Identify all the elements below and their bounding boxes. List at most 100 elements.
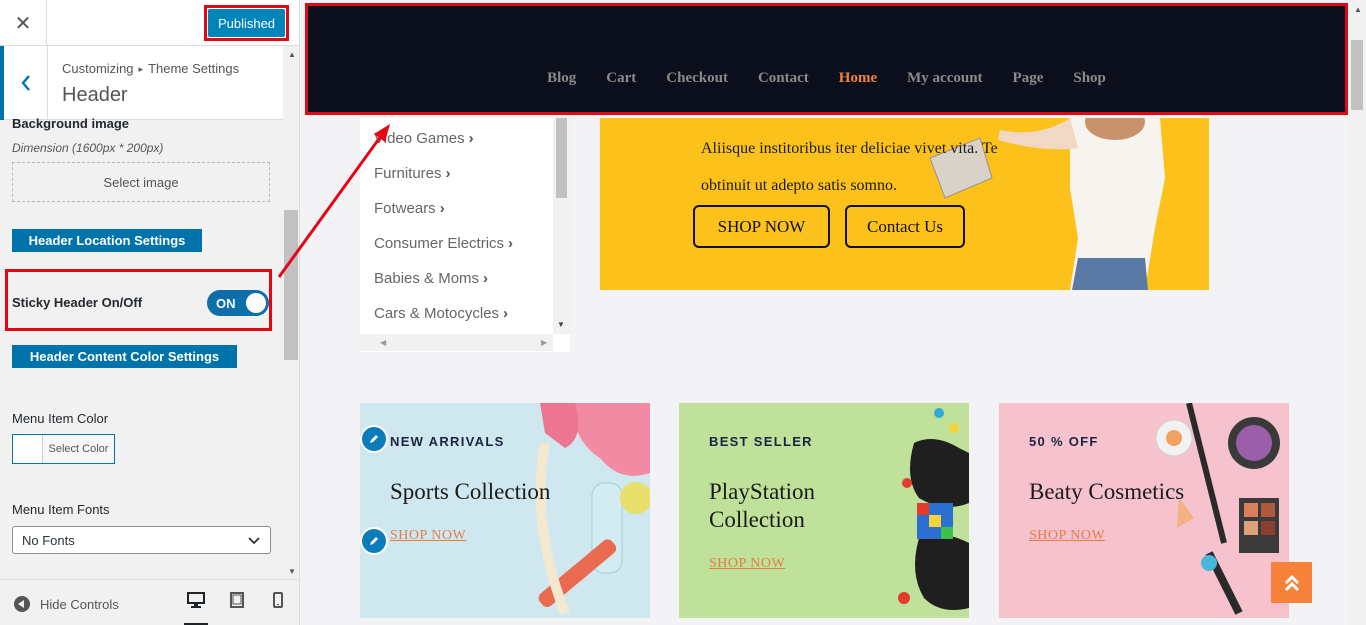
category-label: Video Games — [374, 130, 465, 147]
page-title: Header — [62, 84, 128, 106]
chevron-right-icon: › — [483, 270, 489, 287]
nav-item-home[interactable]: Home — [839, 70, 877, 87]
publish-button[interactable]: Published — [208, 9, 285, 37]
select-color-label: Select Color — [48, 443, 109, 455]
preview-scrollbar-thumb[interactable] — [1351, 40, 1363, 110]
header-location-settings-button[interactable]: Header Location Settings — [12, 229, 202, 252]
card-tag: BEST SELLER — [709, 434, 813, 449]
card-title: Sports Collection — [390, 479, 551, 504]
scroll-to-top-button[interactable] — [1271, 562, 1312, 603]
card-shop-now-link[interactable]: SHOP NOW — [390, 528, 466, 544]
card-shop-now-link[interactable]: SHOP NOW — [1029, 528, 1105, 544]
desktop-icon — [187, 592, 205, 608]
nav-item-shop[interactable]: Shop — [1073, 70, 1106, 87]
wp-customizer: ✕ Published Customizing ▸ Theme Settings H… — [0, 0, 1366, 625]
chevron-right-icon: › — [445, 165, 451, 182]
nav-item-my-account[interactable]: My account — [907, 70, 982, 87]
sticky-header-toggle[interactable]: ON — [207, 290, 269, 316]
category-scrollbar-thumb[interactable] — [556, 118, 567, 198]
desktop-preview-button[interactable] — [184, 592, 208, 625]
nav-item-cart[interactable]: Cart — [606, 70, 636, 87]
hide-controls-label: Hide Controls — [40, 596, 119, 612]
double-chevron-up-icon — [1284, 574, 1299, 591]
close-icon: ✕ — [14, 12, 32, 35]
chevron-right-icon: › — [503, 305, 509, 322]
category-label: Cars & Motocycles — [374, 305, 500, 322]
back-button[interactable] — [0, 46, 48, 120]
customizer-header: ✕ Published — [0, 0, 299, 46]
dimension-note: Dimension (1600px * 200px) — [12, 141, 164, 155]
card-tag: 50 % OFF — [1029, 434, 1099, 449]
card-title: PlayStation Collection — [709, 479, 816, 532]
background-image-label: Background image — [12, 116, 130, 131]
select-image-button[interactable]: Select image — [12, 162, 270, 202]
promo-card-cosmetics[interactable]: 50 % OFF Beaty Cosmetics SHOP NOW — [999, 403, 1289, 618]
category-label: Fotwears — [374, 200, 436, 217]
promo-card-playstation[interactable]: BEST SELLER PlayStation Collection SHOP … — [679, 403, 969, 618]
card-tag: NEW ARRIVALS — [390, 434, 505, 449]
sidebar-scrollbar-thumb[interactable] — [284, 210, 298, 360]
toggle-state-text: ON — [216, 296, 236, 311]
nav-item-page[interactable]: Page — [1013, 70, 1044, 87]
chevron-down-icon — [248, 537, 260, 545]
category-item[interactable]: Video Games › — [374, 130, 474, 147]
site-preview: Blog Cart Checkout Contact Home My accou… — [300, 0, 1366, 625]
category-label: Babies & Moms — [374, 270, 480, 287]
category-item[interactable]: Consumer Electrics › — [374, 235, 513, 252]
category-item[interactable]: Cars & Motocycles › — [374, 305, 508, 322]
chevron-right-icon: › — [468, 130, 474, 147]
scroll-up-arrow-icon[interactable]: ▲ — [1354, 5, 1362, 14]
card-shop-now-link[interactable]: SHOP NOW — [709, 556, 785, 572]
category-horizontal-scrollbar[interactable] — [360, 334, 553, 351]
color-swatch — [13, 435, 43, 463]
scroll-down-arrow-icon[interactable]: ▼ — [557, 320, 565, 329]
menu-item-color-label: Menu Item Color — [12, 411, 109, 426]
scroll-down-arrow-icon[interactable]: ▼ — [288, 567, 296, 576]
breadcrumb-section: Theme Settings — [148, 61, 240, 76]
hide-controls-button[interactable]: Hide Controls — [14, 596, 119, 612]
close-customizer-button[interactable]: ✕ — [0, 0, 47, 46]
sticky-header-label: Sticky Header On/Off — [12, 295, 143, 310]
collapse-arrow-icon — [14, 596, 30, 612]
scroll-right-arrow-icon[interactable]: ▶ — [541, 338, 547, 347]
promo-card-sports[interactable]: NEW ARRIVALS Sports Collection SHOP NOW — [360, 403, 650, 618]
toggle-knob — [246, 293, 266, 313]
menu-item-color-picker[interactable]: Select Color — [12, 434, 115, 464]
nav-item-checkout[interactable]: Checkout — [666, 70, 728, 87]
mobile-preview-button[interactable] — [266, 592, 290, 625]
menu-item-fonts-label: Menu Item Fonts — [12, 502, 110, 517]
header-content-color-settings-button[interactable]: Header Content Color Settings — [12, 345, 237, 368]
pencil-icon — [370, 537, 378, 545]
pencil-icon — [370, 435, 378, 443]
section-heading: Customizing ▸ Theme Settings Header — [0, 46, 283, 120]
scroll-left-arrow-icon[interactable]: ◀ — [380, 338, 386, 347]
breadcrumb-root: Customizing — [62, 61, 134, 76]
edit-shortcut-button[interactable] — [360, 425, 388, 453]
hero-shop-now-button[interactable]: SHOP NOW — [693, 205, 830, 248]
category-list: Video Games › Furnitures › Fotwears › Consu… — [360, 118, 570, 352]
scroll-up-arrow-icon[interactable]: ▲ — [288, 50, 296, 59]
hero-contact-button[interactable]: Contact Us — [845, 205, 965, 248]
category-label: Consumer Electrics — [374, 235, 505, 252]
customizer-sidebar: ✕ Published Customizing ▸ Theme Settings H… — [0, 0, 300, 625]
chevron-left-icon — [20, 75, 30, 91]
edit-shortcut-button[interactable] — [360, 527, 388, 555]
category-item[interactable]: Babies & Moms › — [374, 270, 488, 287]
nav-item-blog[interactable]: Blog — [547, 70, 576, 87]
tablet-preview-button[interactable] — [225, 592, 249, 625]
main-menu: Blog Cart Checkout Contact Home My accou… — [308, 70, 1345, 87]
category-item[interactable]: Furnitures › — [374, 165, 451, 182]
menu-item-fonts-select[interactable]: No Fonts — [12, 526, 271, 554]
hero-text: Aliisque institoribus iter deliciae vive… — [701, 140, 998, 194]
site-header-nav: Blog Cart Checkout Contact Home My accou… — [305, 3, 1348, 115]
breadcrumb-separator-icon: ▸ — [138, 64, 144, 74]
chevron-right-icon: › — [508, 235, 514, 252]
breadcrumb: Customizing ▸ Theme Settings — [62, 61, 239, 76]
hero-banner: Aliisque institoribus iter deliciae vive… — [600, 118, 1209, 290]
nav-item-contact[interactable]: Contact — [758, 70, 809, 87]
tablet-icon — [230, 592, 244, 608]
font-select-value: No Fonts — [22, 532, 75, 548]
chevron-right-icon: › — [439, 200, 445, 217]
category-item[interactable]: Fotwears › — [374, 200, 445, 217]
customizer-footer: Hide Controls — [0, 579, 299, 625]
